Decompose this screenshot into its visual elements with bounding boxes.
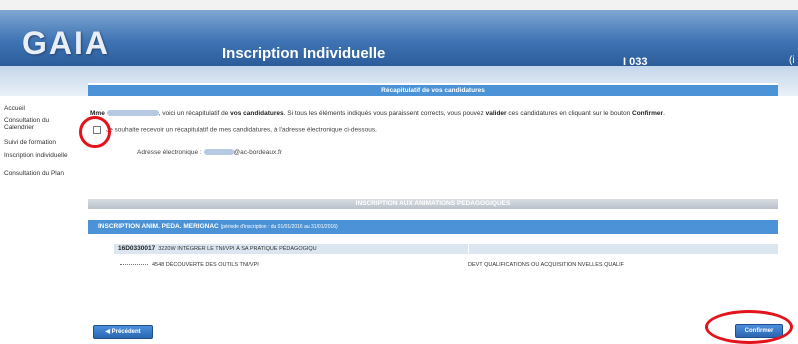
sub-module-category: DEVT QUALIFICATIONS OU ACQUISITION NVELL… — [468, 262, 624, 268]
page-title: Inscription Individuelle — [222, 45, 386, 62]
tree-connector — [120, 264, 148, 266]
module-divider — [468, 244, 469, 254]
sidebar-item-calendrier[interactable]: Consultation du Calendrier — [4, 117, 78, 131]
sidebar-item-accueil[interactable]: Accueil — [4, 105, 78, 112]
sidebar: Accueil Consultation du Calendrier Suivi… — [0, 96, 80, 341]
sub-section-title: INSCRIPTION ANIM. PEDA. MERIGNAC — [98, 223, 219, 230]
section-title-bar: INSCRIPTION AUX ANIMATIONS PEDAGOGIQUES — [88, 199, 778, 209]
summary-email-option: Je souhaite recevoir un récapitulatif de… — [93, 126, 377, 134]
sidebar-item-plan[interactable]: Consultation du Plan — [4, 170, 78, 177]
email-row: Adresse électronique : @ac-bordeaux.fr — [137, 149, 282, 156]
email-label: Adresse électronique : — [137, 149, 202, 156]
intro-text-1: , voici un récapitulatif de — [158, 110, 229, 117]
summary-title-bar: Récapitulatif de vos candidatures — [88, 85, 778, 96]
intro-text-2: . Si tous les éléments indiqués vous par… — [283, 110, 484, 117]
email-domain: @ac-bordeaux.fr — [233, 149, 283, 156]
gaia-logo: GAIA — [22, 25, 110, 61]
redacted-email — [203, 149, 234, 156]
checkbox-highlight-circle — [79, 116, 111, 148]
module-row: 16D0330017 3220W INTÉGRER LE TNI/VPI À SA… — [114, 244, 778, 254]
intro-end: . — [663, 110, 665, 117]
intro-text: Mme , voici un récapitulatif de vos cand… — [90, 110, 778, 117]
sub-module-title: 4548 DÉCOUVERTE DES OUTILS TNI/VPI — [152, 262, 259, 268]
sidebar-item-suivi[interactable]: Suivi de formation — [4, 139, 78, 146]
previous-button[interactable]: ◀ Précédent — [93, 325, 153, 339]
sidebar-item-inscription[interactable]: Inscription individuelle — [4, 152, 78, 159]
sub-module-row: 4548 DÉCOUVERTE DES OUTILS TNI/VPI DEVT … — [120, 262, 778, 270]
registration-period: (période d'inscription : du 01/01/2016 a… — [220, 224, 338, 230]
recap-checkbox-label: Je souhaite recevoir un récapitulatif de… — [105, 126, 377, 134]
module-code: 16D0330017 — [118, 245, 156, 252]
sub-section-bar: INSCRIPTION ANIM. PEDA. MERIGNAC (périod… — [88, 220, 778, 234]
main-panel — [88, 83, 778, 341]
intro-bold-3: Confirmer — [632, 110, 664, 117]
redacted-name — [106, 110, 159, 117]
confirm-highlight-circle — [705, 310, 793, 344]
intro-bold-1: vos candidatures — [230, 110, 284, 117]
app-header: GAIA Inscription Individuelle I 033 (i — [0, 10, 798, 68]
module-title: 3220W INTÉGRER LE TNI/VPI À SA PRATIQUE … — [158, 246, 317, 252]
intro-bold-2: valider — [485, 110, 507, 117]
intro-text-3: ces candidatures en cliquant sur le bout… — [508, 110, 631, 117]
user-info-icon: (i — [789, 55, 795, 66]
